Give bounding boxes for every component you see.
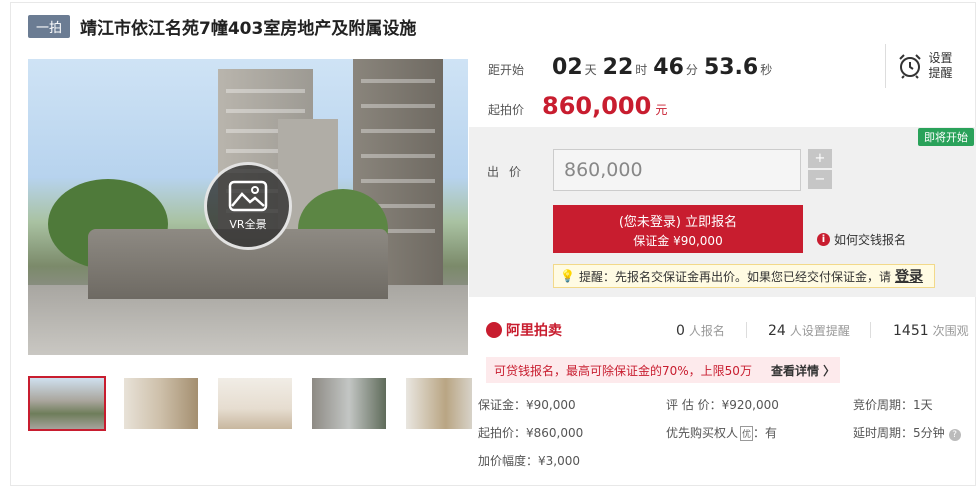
- countdown-seconds: 53.6: [703, 55, 759, 80]
- vr-label: VR全景: [229, 218, 267, 231]
- countdown-days: 02: [552, 55, 583, 80]
- decrease-bid-button[interactable]: −: [808, 170, 832, 189]
- start-price-label: 起拍价: [488, 103, 525, 117]
- seconds-unit: 秒: [760, 63, 773, 77]
- info-icon: i: [817, 233, 830, 246]
- increase-bid-button[interactable]: +: [808, 149, 832, 168]
- countdown: 距开始 02 天 22 时 46 分 53.6 秒: [488, 55, 772, 80]
- start-price-detail: 起拍价：¥860,000: [478, 426, 584, 440]
- thumbnail[interactable]: [28, 376, 106, 431]
- set-reminder-button[interactable]: 设置提醒: [885, 44, 965, 88]
- increment-detail: 加价幅度：¥3,000: [478, 454, 580, 468]
- thumbnail[interactable]: [404, 376, 474, 431]
- start-price-value: 860,000: [542, 92, 652, 120]
- vr-panorama-button[interactable]: VR全景: [204, 162, 292, 250]
- cycle-detail: 竞价周期：1天: [853, 398, 933, 412]
- start-price-unit: 元: [655, 103, 668, 117]
- thumbnail[interactable]: [216, 376, 294, 431]
- login-link[interactable]: 登录: [895, 266, 923, 286]
- help-icon[interactable]: ?: [948, 429, 961, 441]
- deposit-label: 保证金 ¥90,000: [633, 234, 723, 248]
- countdown-label: 距开始: [488, 63, 525, 77]
- priority-detail: 优先购买权人优：有: [666, 426, 778, 441]
- priority-tag: 优: [740, 426, 754, 441]
- loan-text: 可贷钱报名，最高可除保证金的70%，上限50万: [494, 363, 752, 378]
- bid-label: 出价: [487, 165, 532, 179]
- loan-details-link[interactable]: 查看详情 〉: [771, 362, 835, 379]
- loan-banner: 可贷钱报名，最高可除保证金的70%，上限50万 查看详情 〉: [486, 357, 840, 383]
- hours-unit: 时: [635, 63, 648, 77]
- appraisal-detail: 评 估 价：¥920,000: [666, 398, 779, 412]
- view-count: 1451 次围观: [893, 322, 969, 339]
- brand-name: 阿里拍卖: [506, 323, 562, 339]
- reminder-label: 设置提醒: [928, 51, 953, 80]
- divider: [870, 322, 871, 338]
- signup-count: 0 人报名: [676, 322, 725, 339]
- stats-bar: 阿里拍卖 0 人报名 24 人设置提醒 1451 次围观: [486, 318, 976, 342]
- how-to-pay-link[interactable]: i 如何交钱报名: [817, 231, 906, 248]
- signup-button[interactable]: (您未登录) 立即报名 保证金 ¥90,000: [553, 205, 803, 253]
- thumbnail[interactable]: [310, 376, 388, 431]
- brand-logo: 阿里拍卖: [486, 320, 562, 340]
- notice-text: 提醒：先报名交保证金再出价。如果您已经交付保证金，请: [578, 269, 891, 284]
- divider: [746, 322, 747, 338]
- how-to-pay-label: 如何交钱报名: [834, 233, 907, 247]
- start-price-row: 起拍价 860,000 元: [488, 92, 667, 120]
- delay-detail: 延时周期：5分钟?: [853, 424, 961, 441]
- header: 一拍 靖江市依江名苑7幢403室房地产及附属设施: [28, 10, 416, 42]
- signup-label: (您未登录) 立即报名: [618, 215, 738, 230]
- thumbnail[interactable]: [122, 376, 200, 431]
- thumbnail-strip: [28, 376, 474, 431]
- minutes-unit: 分: [685, 63, 698, 77]
- alarm-clock-icon: [898, 54, 921, 79]
- bid-input[interactable]: [553, 149, 801, 191]
- page-title: 靖江市依江名苑7幢403室房地产及附属设施: [80, 18, 417, 39]
- image-icon: [228, 180, 268, 212]
- login-notice: 💡 提醒：先报名交保证金再出价。如果您已经交付保证金，请 登录: [553, 264, 935, 288]
- main-photo[interactable]: VR全景: [28, 59, 468, 355]
- countdown-minutes: 46: [653, 55, 684, 80]
- auction-round-tag: 一拍: [28, 14, 71, 38]
- status-badge: 即将开始: [918, 128, 974, 146]
- lightbulb-icon: 💡: [560, 269, 575, 283]
- bid-panel: 即将开始 出价 + − (您未登录) 立即报名 保证金 ¥90,000 i 如何…: [469, 127, 976, 297]
- deposit-detail: 保证金：¥90,000: [478, 398, 576, 412]
- days-unit: 天: [584, 63, 597, 77]
- brand-logo-icon: [486, 322, 502, 338]
- reminder-count: 24 人设置提醒: [768, 322, 850, 339]
- countdown-hours: 22: [602, 55, 634, 80]
